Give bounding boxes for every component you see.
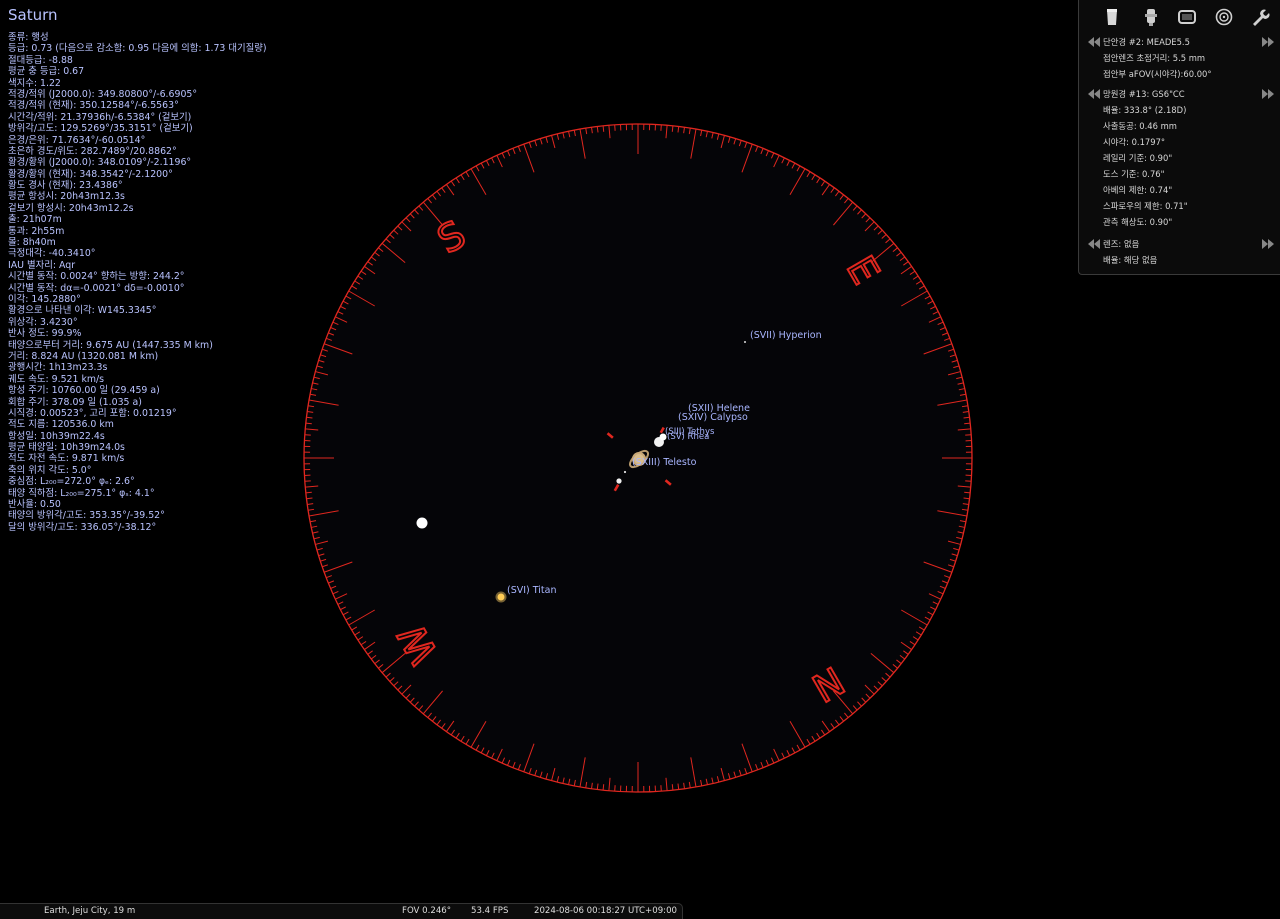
compass-tick <box>306 423 312 424</box>
info-line: 통과: 2h55m <box>8 226 267 237</box>
lens-magnification: 배율: 해당 없음 <box>1103 254 1157 266</box>
calypso-label[interactable]: (SXIV) Calypso <box>678 412 748 423</box>
info-line: 적경/적위 (현재): 350.12584°/-6.5563° <box>8 100 267 111</box>
eyepiece-icon[interactable] <box>1101 6 1123 28</box>
telescope-info-line: 레일리 기준: 0.90" <box>1103 152 1172 164</box>
telescope-info-line: 사출동공: 0.46 mm <box>1103 120 1177 132</box>
info-line: 반사 정도: 99.9% <box>8 328 267 339</box>
info-line: 평균 충 등급: 0.67 <box>8 66 267 77</box>
info-line: 황경으로 나타낸 이각: W145.3345° <box>8 305 267 316</box>
info-line: 거리: 8.824 AU (1320.081 M km) <box>8 351 267 362</box>
info-line: 적도 지름: 120536.0 km <box>8 419 267 430</box>
eyepiece-prev-arrow-icon[interactable] <box>1088 37 1100 47</box>
info-line: 평균 항성시: 20h43m12.3s <box>8 191 267 202</box>
status-datetime[interactable]: 2024-08-06 00:18:27 UTC+09:00 <box>534 906 677 916</box>
compass-tick <box>603 126 604 132</box>
info-line: 종류: 행성 <box>8 32 267 43</box>
compass-tick <box>672 126 673 132</box>
compass-tick <box>672 784 673 790</box>
info-line: 은경/은위: 71.7634°/-60.0514° <box>8 135 267 146</box>
status-bar: Earth, Jeju City, 19 m FOV 0.246° 53.4 F… <box>0 903 683 919</box>
info-line: 황경/황위 (현재): 348.3542°/-2.1200° <box>8 169 267 180</box>
background-star[interactable] <box>417 518 428 529</box>
info-line: 황경/황위 (J2000.0): 348.0109°/-2.1196° <box>8 157 267 168</box>
info-line: 회합 주기: 378.09 일 (1.035 a) <box>8 397 267 408</box>
info-line: 이각: 145.2880° <box>8 294 267 305</box>
info-line: 태양의 방위각/고도: 353.35°/-39.52° <box>8 510 267 521</box>
eyepiece-focal-length: 접안렌즈 초점거리: 5.5 mm <box>1103 52 1205 64</box>
titan-moon[interactable] <box>496 592 507 603</box>
telescope-header: 망원경 #13: GS6"CC <box>1103 88 1185 100</box>
object-info-list: 종류: 행성등급: 0.73 (다음으로 감소함: 0.95 다음에 의함: 1… <box>8 32 267 533</box>
info-line: 시간별 동작: dα=-0.0021° dδ=-0.0010° <box>8 283 267 294</box>
compass-tick <box>306 492 312 493</box>
status-fov: FOV 0.246° <box>402 906 451 916</box>
info-line: 등급: 0.73 (다음으로 감소함: 0.95 다음에 의함: 1.73 대기… <box>8 43 267 54</box>
wrench-settings-icon[interactable] <box>1249 6 1271 28</box>
oculars-toolbar <box>1079 0 1280 32</box>
info-line: 황도 경사 (현재): 23.4386° <box>8 180 267 191</box>
eyepiece-next-arrow-icon[interactable] <box>1262 37 1274 47</box>
enceladus-moon[interactable] <box>624 471 626 473</box>
compass-tick <box>964 423 970 424</box>
info-line: 시직경: 0.00523°, 고리 포함: 0.01219° <box>8 408 267 419</box>
info-line: 적경/적위 (J2000.0): 349.80800°/-6.6905° <box>8 89 267 100</box>
compass-tick <box>603 784 604 790</box>
info-line: 몰: 8h40m <box>8 237 267 248</box>
lens-prev-arrow-icon[interactable] <box>1088 239 1100 249</box>
hyperion-label[interactable]: (SVII) Hyperion <box>750 330 822 341</box>
telesto-label[interactable]: (SXIII) Telesto <box>632 457 696 468</box>
info-line: IAU 별자리: Aqr <box>8 260 267 271</box>
rhea-label[interactable]: (SV) Rhea <box>667 432 709 442</box>
info-line: 색지수: 1.22 <box>8 78 267 89</box>
titan-label[interactable]: (SVI) Titan <box>507 585 556 596</box>
target-reticle-icon[interactable] <box>1213 6 1235 28</box>
telescope-info-line: 관측 해상도: 0.90" <box>1103 216 1172 228</box>
info-line: 달의 방위각/고도: 336.05°/-38.12° <box>8 522 267 533</box>
info-line: 극정대각: -40.3410° <box>8 248 267 259</box>
sensor-frame-icon[interactable] <box>1176 6 1198 28</box>
info-line: 반사율: 0.50 <box>8 499 267 510</box>
info-line: 절대등급: -8.88 <box>8 55 267 66</box>
info-line: 중심점: L₂₀₀=272.0° φₑ: 2.6° <box>8 476 267 487</box>
telescope-icon[interactable] <box>1140 6 1162 28</box>
object-title: Saturn <box>8 6 58 24</box>
info-line: 시간각/적위: 21.37936h/-6.5384° (겉보기) <box>8 112 267 123</box>
eyepiece-afov: 접안부 aFOV(시야각):60.00° <box>1103 68 1212 80</box>
info-line: 항성 주기: 10760.00 일 (29.459 a) <box>8 385 267 396</box>
dione-moon[interactable] <box>616 478 621 483</box>
info-line: 궤도 속도: 9.521 km/s <box>8 374 267 385</box>
info-line: 태양 직하점: L₂₀₀=275.1° φₛ: 4.1° <box>8 488 267 499</box>
telescope-info-line: 도스 기준: 0.76" <box>1103 168 1164 180</box>
info-line: 시간별 동작: 0.0024° 향하는 방향: 244.2° <box>8 271 267 282</box>
telescope-info-line: 아베의 제한: 0.74" <box>1103 184 1172 196</box>
info-line: 위상각: 3.4230° <box>8 317 267 328</box>
oculars-panel: 단안경 #2: MEADE5.5 접안렌즈 초점거리: 5.5 mm 접안부 a… <box>1078 0 1280 275</box>
status-fps: 53.4 FPS <box>471 906 508 916</box>
info-line: 항성일: 10h39m22.4s <box>8 431 267 442</box>
hyperion-moon[interactable] <box>744 341 746 343</box>
compass-tick <box>964 492 970 493</box>
telescope-next-arrow-icon[interactable] <box>1262 89 1274 99</box>
info-line: 평균 태양일: 10h39m24.0s <box>8 442 267 453</box>
eyepiece-header: 단안경 #2: MEADE5.5 <box>1103 36 1190 48</box>
lens-next-arrow-icon[interactable] <box>1262 239 1274 249</box>
info-line: 태양으로부터 거리: 9.675 AU (1447.335 M km) <box>8 340 267 351</box>
telescope-info-line: 스파로우의 제한: 0.71" <box>1103 200 1188 212</box>
telescope-prev-arrow-icon[interactable] <box>1088 89 1100 99</box>
telescope-info-line: 배율: 333.8° (2.18D) <box>1103 104 1186 116</box>
lens-header: 렌즈: 없음 <box>1103 238 1139 250</box>
info-line: 초은하 경도/위도: 282.7489°/20.8862° <box>8 146 267 157</box>
info-line: 방위각/고도: 129.5269°/35.3151° (겉보기) <box>8 123 267 134</box>
info-line: 출: 21h07m <box>8 214 267 225</box>
info-line: 광행시간: 1h13m23.3s <box>8 362 267 373</box>
status-location[interactable]: Earth, Jeju City, 19 m <box>44 906 135 916</box>
info-line: 축의 위치 각도: 5.0° <box>8 465 267 476</box>
info-line: 적도 자전 속도: 9.871 km/s <box>8 453 267 464</box>
telescope-info-line: 시야각: 0.1797° <box>1103 136 1165 148</box>
info-line: 겉보기 항성시: 20h43m12.2s <box>8 203 267 214</box>
